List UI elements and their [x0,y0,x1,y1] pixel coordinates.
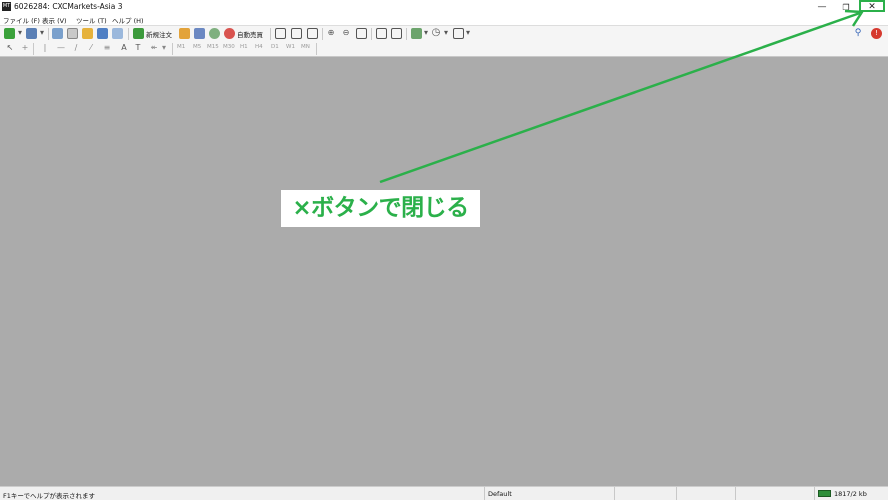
annotation-callout: ×ボタンで閉じる [281,190,480,227]
annotation-arrow [379,9,864,184]
callout-text: ×ボタンで閉じる [292,195,469,221]
